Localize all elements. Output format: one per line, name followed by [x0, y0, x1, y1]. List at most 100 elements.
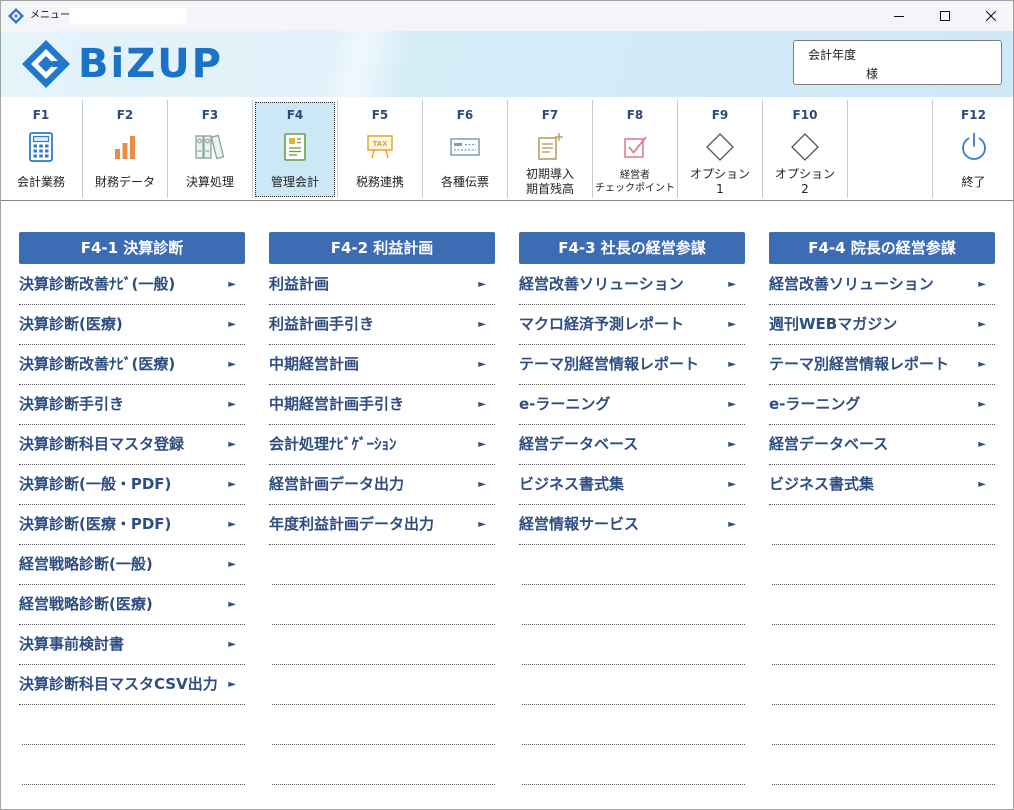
- empty-menu-slot: [772, 585, 995, 625]
- menu-item[interactable]: 会計処理ﾅﾋﾞｹﾞｰｼｮﾝ ►: [269, 425, 495, 465]
- toolbar-button-f8[interactable]: F8 経営者 チェックポイント: [593, 100, 678, 198]
- empty-menu-slot: [772, 745, 995, 785]
- empty-menu-slot: [772, 545, 995, 585]
- toolbar-empty-slot: [848, 100, 933, 198]
- arrow-right-icon: ►: [478, 279, 486, 290]
- menu-item[interactable]: 経営情報サービス ►: [519, 505, 745, 545]
- menu-item-label: テーマ別経営情報レポート: [769, 355, 950, 373]
- menu-item[interactable]: e-ラーニング ►: [769, 385, 995, 425]
- menu-item[interactable]: 決算診断手引き ►: [19, 385, 245, 425]
- menu-item[interactable]: 決算診断(一般・PDF) ►: [19, 465, 245, 505]
- menu-item-list: 利益計画 ► 利益計画手引き ► 中期経営計画 ► 中期経営計画手引き ► 会計処理ﾅﾋ…: [269, 265, 495, 785]
- function-key-label: F1: [32, 108, 50, 122]
- toolbar-label-line: チェックポイント: [595, 183, 675, 194]
- menu-item-label: 決算事前検討書: [19, 635, 125, 653]
- menu-item[interactable]: e-ラーニング ►: [519, 385, 745, 425]
- toolbar-label-line: オプション: [774, 167, 835, 181]
- menu-item[interactable]: 決算診断改善ﾅﾋﾞ(一般) ►: [19, 265, 245, 305]
- menu-item[interactable]: テーマ別経営情報レポート ►: [519, 345, 745, 385]
- menu-item[interactable]: テーマ別経営情報レポート ►: [769, 345, 995, 385]
- arrow-right-icon: ►: [228, 279, 236, 290]
- menu-item[interactable]: 経営改善ソリューション ►: [769, 265, 995, 305]
- menu-item[interactable]: 決算診断(医療・PDF) ►: [19, 505, 245, 545]
- toolbar-label-line: 各種伝票: [440, 174, 489, 189]
- toolbar-button-label: 初期導入 期首残高: [508, 167, 592, 197]
- menu-item[interactable]: 中期経営計画 ►: [269, 345, 495, 385]
- toolbar-button-f9[interactable]: F9 オプション 1: [678, 100, 763, 198]
- maximize-button[interactable]: [922, 0, 968, 31]
- arrow-right-icon: ►: [728, 359, 736, 370]
- empty-menu-slot: [22, 705, 245, 745]
- close-button[interactable]: [968, 0, 1014, 31]
- menu-column-f4-2: F4-2 利益計画 利益計画 ► 利益計画手引き ► 中期経営計画 ► 中期経営計画手…: [269, 232, 495, 785]
- toolbar-button-f1[interactable]: F1 会計業務: [0, 100, 83, 198]
- menu-item[interactable]: ビジネス書式集 ►: [519, 465, 745, 505]
- menu-item-label: 週刊WEBマガジン: [769, 315, 898, 333]
- menu-item[interactable]: 決算診断科目マスタ登録 ►: [19, 425, 245, 465]
- function-key-label: F3: [201, 108, 219, 122]
- menu-item[interactable]: 決算診断改善ﾅﾋﾞ(医療) ►: [19, 345, 245, 385]
- toolbar-label-line: 1: [716, 182, 724, 196]
- menu-column-f4-1: F4-1 決算診断 決算診断改善ﾅﾋﾞ(一般) ► 決算診断(医療) ► 決算診断改…: [19, 232, 245, 785]
- menu-item[interactable]: 週刊WEBマガジン ►: [769, 305, 995, 345]
- menu-column-f4-3: F4-3 社長の経営参謀 経営改善ソリューション ► マクロ経済予測レポート ► テ…: [519, 232, 745, 785]
- arrow-right-icon: ►: [228, 639, 236, 650]
- toolbar-button-f12[interactable]: F12 終了: [933, 100, 1014, 198]
- toolbar-button-f10[interactable]: F10 オプション 2: [763, 100, 848, 198]
- menu-item[interactable]: 経営データベース ►: [769, 425, 995, 465]
- menu-item[interactable]: 経営戦略診断(医療) ►: [19, 585, 245, 625]
- toolbar-button-f7[interactable]: F7 初期導入 期首残高: [508, 100, 593, 198]
- menu-item[interactable]: 利益計画手引き ►: [269, 305, 495, 345]
- menu-item[interactable]: 利益計画 ►: [269, 265, 495, 305]
- menu-item-label: 経営データベース: [769, 435, 889, 453]
- empty-menu-slot: [522, 745, 745, 785]
- minimize-button[interactable]: [876, 0, 922, 31]
- checkbox-icon: [593, 131, 677, 163]
- menu-item-list: 経営改善ソリューション ► マクロ経済予測レポート ► テーマ別経営情報レポート ► …: [519, 265, 745, 785]
- menu-item[interactable]: マクロ経済予測レポート ►: [519, 305, 745, 345]
- arrow-right-icon: ►: [728, 399, 736, 410]
- toolbar-button-f4[interactable]: F4 管理会計: [253, 100, 338, 198]
- menu-item-label: 経営計画データ出力: [269, 475, 405, 493]
- arrow-right-icon: ►: [728, 439, 736, 450]
- menu-item[interactable]: ビジネス書式集 ►: [769, 465, 995, 505]
- menu-item-label: 決算診断改善ﾅﾋﾞ(医療): [19, 355, 176, 373]
- menu-item-label: 決算診断(医療・PDF): [19, 515, 172, 533]
- document-add-icon: [508, 131, 592, 163]
- report-icon: [253, 131, 337, 163]
- menu-item[interactable]: 年度利益計画データ出力 ►: [269, 505, 495, 545]
- menu-item-list: 決算診断改善ﾅﾋﾞ(一般) ► 決算診断(医療) ► 決算診断改善ﾅﾋﾞ(医療) ► …: [19, 265, 245, 785]
- arrow-right-icon: ►: [478, 519, 486, 530]
- toolbar-label-line: オプション: [689, 167, 750, 181]
- function-key-label: F10: [792, 108, 818, 122]
- toolbar-button-f6[interactable]: F6 各種伝票: [423, 100, 508, 198]
- menu-item[interactable]: 決算診断科目マスタCSV出力 ►: [19, 665, 245, 705]
- empty-menu-slot: [272, 545, 495, 585]
- power-icon: [933, 131, 1014, 163]
- title-bar[interactable]: メニュー: [0, 0, 1014, 31]
- menu-item-label: 経営情報サービス: [519, 515, 640, 533]
- logo-text: BiZUP: [78, 41, 223, 87]
- menu-item[interactable]: 経営データベース ►: [519, 425, 745, 465]
- menu-item[interactable]: 経営戦略診断(一般) ►: [19, 545, 245, 585]
- diamond-icon: [678, 131, 762, 163]
- menu-item[interactable]: 決算診断(医療) ►: [19, 305, 245, 345]
- menu-item-label: 年度利益計画データ出力: [269, 515, 435, 533]
- toolbar-button-f3[interactable]: F3 決算処理: [168, 100, 253, 198]
- empty-menu-slot: [272, 745, 495, 785]
- arrow-right-icon: ►: [978, 319, 986, 330]
- function-key-label: F6: [456, 108, 474, 122]
- menu-item[interactable]: 決算事前検討書 ►: [19, 625, 245, 665]
- menu-item[interactable]: 中期経営計画手引き ►: [269, 385, 495, 425]
- toolbar-button-f2[interactable]: F2 財務データ: [83, 100, 168, 198]
- toolbar-button-f5[interactable]: F5 TAX 税務連携: [338, 100, 423, 198]
- toolbar-button-label: 終了: [933, 167, 1014, 197]
- toolbar-button-label: 各種伝票: [423, 167, 507, 197]
- menu-item[interactable]: 経営計画データ出力 ►: [269, 465, 495, 505]
- arrow-right-icon: ►: [978, 399, 986, 410]
- menu-item-label: 決算診断手引き: [19, 395, 125, 413]
- close-icon: [985, 6, 997, 25]
- menu-item[interactable]: 経営改善ソリューション ►: [519, 265, 745, 305]
- app-header: BiZUP 会計年度 様: [0, 31, 1014, 97]
- arrow-right-icon: ►: [978, 439, 986, 450]
